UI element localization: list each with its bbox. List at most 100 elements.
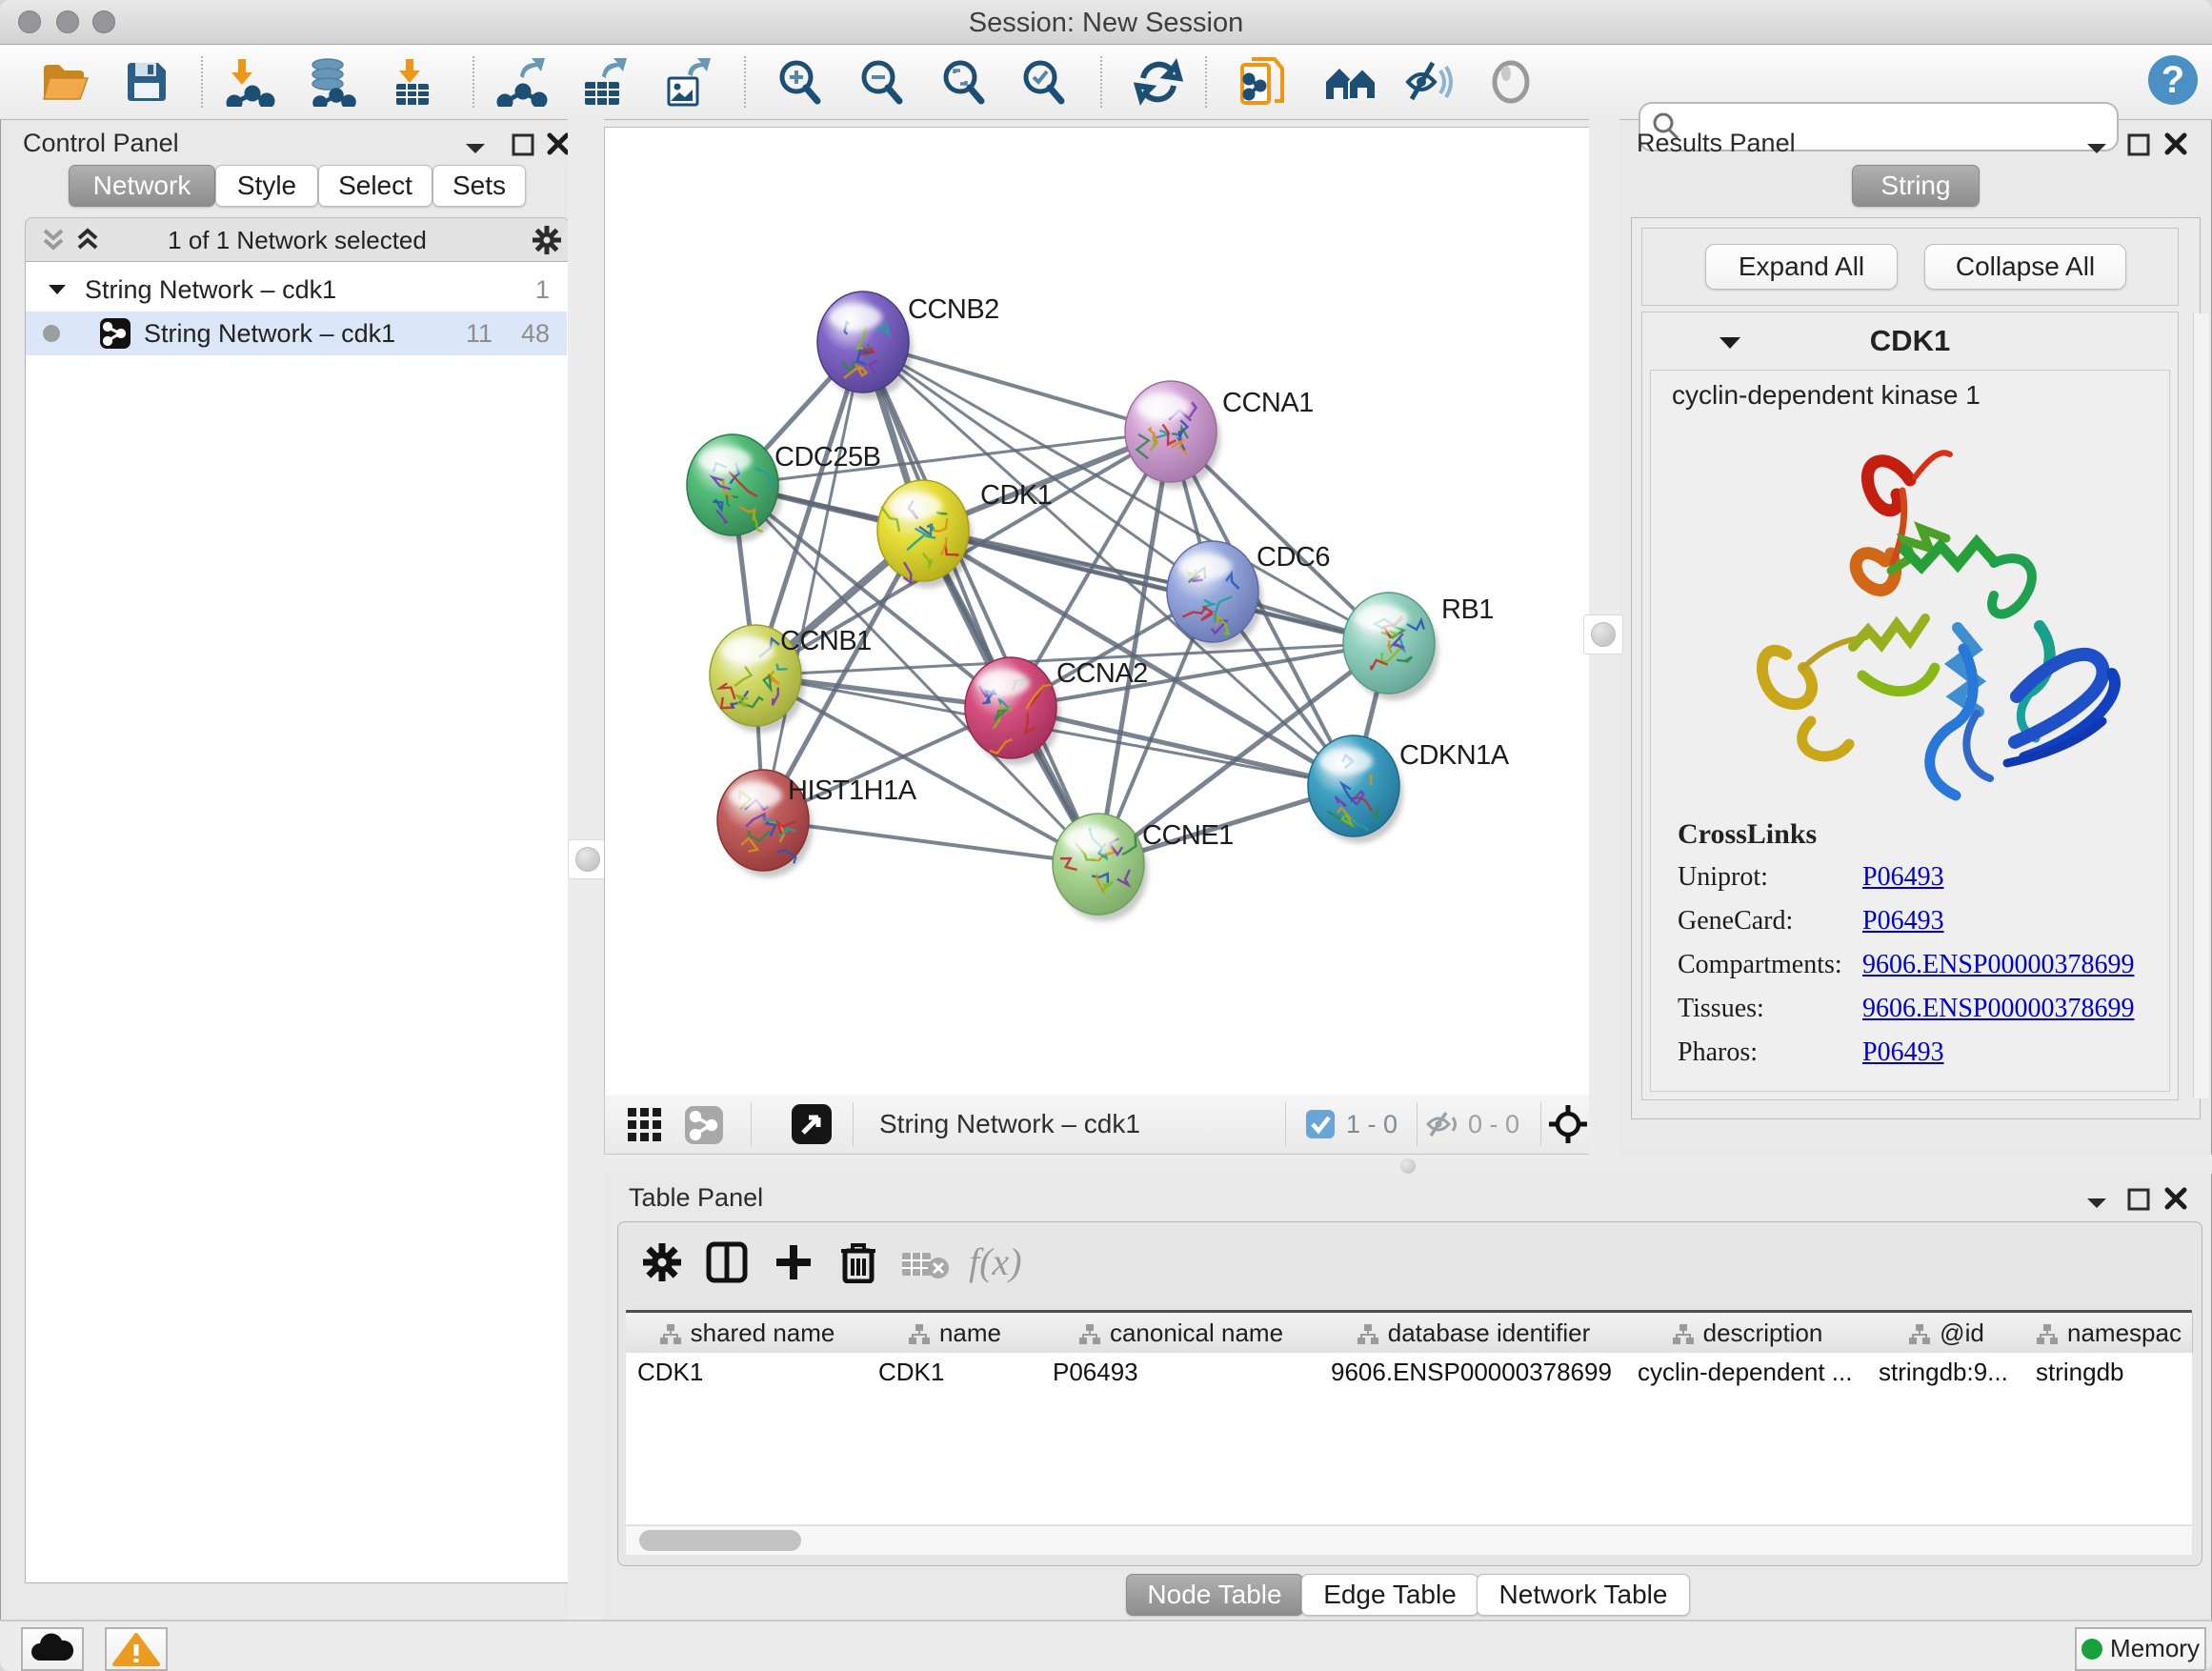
import-table-icon[interactable] [387, 57, 436, 107]
panel-float-icon[interactable] [2126, 132, 2151, 157]
network-row-selected[interactable]: String Network – cdk1 11 48 [26, 312, 567, 355]
expand-all-button[interactable]: Expand All [1705, 244, 1898, 290]
zoom-fit-icon[interactable] [937, 57, 987, 107]
column-header-4[interactable]: description [1626, 1313, 1868, 1353]
network-share-icon[interactable] [685, 1106, 723, 1144]
panel-menu-caret-icon[interactable] [2084, 140, 2109, 155]
column-header-6[interactable]: namespac [2024, 1313, 2193, 1353]
table-cell-r0c3[interactable]: 9606.ENSP00000378699 [1319, 1353, 1626, 1391]
tab-sets[interactable]: Sets [432, 165, 526, 207]
birdseye-view-icon[interactable] [792, 1104, 832, 1144]
application-window: Session: New Session [0, 0, 2212, 1671]
export-network-icon[interactable] [495, 57, 545, 107]
grid-view-icon[interactable] [628, 1108, 662, 1142]
collapse-all-button[interactable]: Collapse All [1924, 244, 2126, 290]
save-session-icon[interactable] [122, 57, 171, 107]
tree-expand-caret-icon[interactable] [47, 283, 68, 296]
panel-float-icon[interactable] [2126, 1187, 2151, 1212]
show-columns-icon[interactable] [706, 1241, 748, 1283]
right-splitter[interactable] [1589, 119, 1619, 1174]
results-scrollbar[interactable] [2193, 313, 2209, 1098]
panel-close-icon[interactable] [2164, 1187, 2187, 1210]
crosslink-link-2[interactable]: 9606.ENSP00000378699 [1862, 950, 2134, 980]
edge-CCNB2-HIST1H1A[interactable] [763, 342, 863, 820]
tab-string[interactable]: String [1852, 165, 1980, 207]
warning-button[interactable] [105, 1627, 168, 1671]
export-image-icon[interactable] [661, 57, 711, 107]
table-cell-r0c1[interactable]: CDK1 [867, 1353, 1041, 1391]
table-cell-r0c5[interactable]: stringdb:9... [1867, 1353, 2024, 1391]
node-CCNE1[interactable] [1053, 814, 1148, 921]
network-list-toolbar: 1 of 1 Network selected [25, 217, 570, 262]
tab-network[interactable]: Network [69, 165, 215, 207]
refresh-icon[interactable] [1134, 57, 1183, 107]
table-horizontal-scrollbar[interactable] [626, 1525, 2192, 1555]
import-network-database-icon[interactable] [303, 57, 352, 107]
node-CCNB2[interactable] [817, 292, 913, 399]
node-CDC25B[interactable] [687, 434, 782, 542]
left-splitter-grip[interactable] [568, 839, 608, 879]
node-CCNA2[interactable] [965, 657, 1060, 765]
tab-style[interactable]: Style [215, 165, 318, 207]
tab-node-table[interactable]: Node Table [1126, 1574, 1303, 1616]
help-icon[interactable]: ? [2145, 52, 2195, 102]
network-tree: String Network – cdk1 1 String Network –… [25, 261, 570, 1583]
panel-menu-caret-icon[interactable] [463, 140, 488, 155]
crosslink-link-0[interactable]: P06493 [1862, 862, 1944, 893]
crosslink-link-3[interactable]: 9606.ENSP00000378699 [1862, 994, 2134, 1024]
panel-close-icon[interactable] [2164, 132, 2187, 155]
network-collection-row[interactable]: String Network – cdk1 1 [26, 268, 567, 312]
selected-checkbox-icon[interactable] [1306, 1110, 1335, 1138]
show-selection-icon[interactable] [1486, 57, 1536, 107]
zoom-out-icon[interactable] [855, 57, 905, 107]
column-header-0[interactable]: shared name [626, 1313, 868, 1353]
zoom-selected-icon[interactable] [1017, 57, 1067, 107]
zoom-in-icon[interactable] [774, 57, 823, 107]
export-table-icon[interactable] [577, 57, 627, 107]
column-header-3[interactable]: database identifier [1319, 1313, 1627, 1353]
node-CDC6[interactable] [1167, 541, 1262, 649]
table-cell-r0c0[interactable]: CDK1 [626, 1353, 867, 1391]
node-CDKN1A[interactable] [1308, 735, 1403, 843]
open-session-icon[interactable] [40, 57, 90, 107]
cloud-button[interactable] [21, 1627, 84, 1671]
table-cell-r0c6[interactable]: stringdb [2024, 1353, 2192, 1391]
panel-menu-caret-icon[interactable] [2084, 1195, 2109, 1210]
panel-close-icon[interactable] [547, 132, 570, 155]
table-cell-r0c2[interactable]: P06493 [1041, 1353, 1319, 1391]
add-column-icon[interactable] [773, 1241, 814, 1283]
tab-edge-table[interactable]: Edge Table [1301, 1574, 1478, 1616]
network-options-gear-icon[interactable] [533, 226, 561, 254]
memory-button[interactable]: Memory [2075, 1627, 2206, 1671]
tab-select[interactable]: Select [318, 165, 432, 207]
crosslink-link-1[interactable]: P06493 [1862, 906, 1944, 936]
right-splitter-grip[interactable] [1583, 614, 1623, 654]
bottom-splitter-grip[interactable] [1400, 1158, 1416, 1174]
edge-HIST1H1A-CCNE1[interactable] [763, 820, 1098, 864]
edge-CCNA2-CDKN1A[interactable] [1011, 708, 1354, 786]
node-RB1[interactable] [1343, 593, 1438, 700]
table-settings-gear-icon[interactable] [643, 1243, 681, 1281]
network-canvas[interactable]: CCNB2CCNA1CDC25BCDK1CDC6RB1CCNB1CCNA2CDK… [604, 127, 1591, 1096]
hide-selection-icon[interactable] [1402, 57, 1452, 107]
node-table[interactable]: shared namenamecanonical namedatabase id… [626, 1310, 2192, 1524]
column-header-5[interactable]: @id [1867, 1313, 2025, 1353]
node-CDK1[interactable] [877, 480, 973, 588]
left-splitter[interactable] [568, 119, 604, 1620]
share-document-icon[interactable] [1238, 57, 1288, 107]
node-CCNA1[interactable] [1125, 381, 1220, 489]
home-icon[interactable] [1322, 57, 1372, 107]
tab-network-table[interactable]: Network Table [1477, 1574, 1690, 1616]
function-builder-icon: f(x) [969, 1239, 1022, 1284]
table-scrollbar-thumb[interactable] [639, 1530, 801, 1551]
column-header-2[interactable]: canonical name [1041, 1313, 1320, 1353]
fit-selection-crosshair-icon[interactable] [1548, 1104, 1588, 1144]
column-header-1[interactable]: name [867, 1313, 1042, 1353]
delete-table-icon[interactable] [902, 1251, 952, 1279]
panel-float-icon[interactable] [511, 132, 535, 157]
crosslink-link-4[interactable]: P06493 [1862, 1037, 1944, 1068]
import-network-icon[interactable] [223, 57, 272, 107]
network-collection-label: String Network – cdk1 [85, 268, 336, 312]
delete-column-icon[interactable] [839, 1239, 877, 1283]
table-cell-r0c4[interactable]: cyclin-dependent ... [1626, 1353, 1867, 1391]
